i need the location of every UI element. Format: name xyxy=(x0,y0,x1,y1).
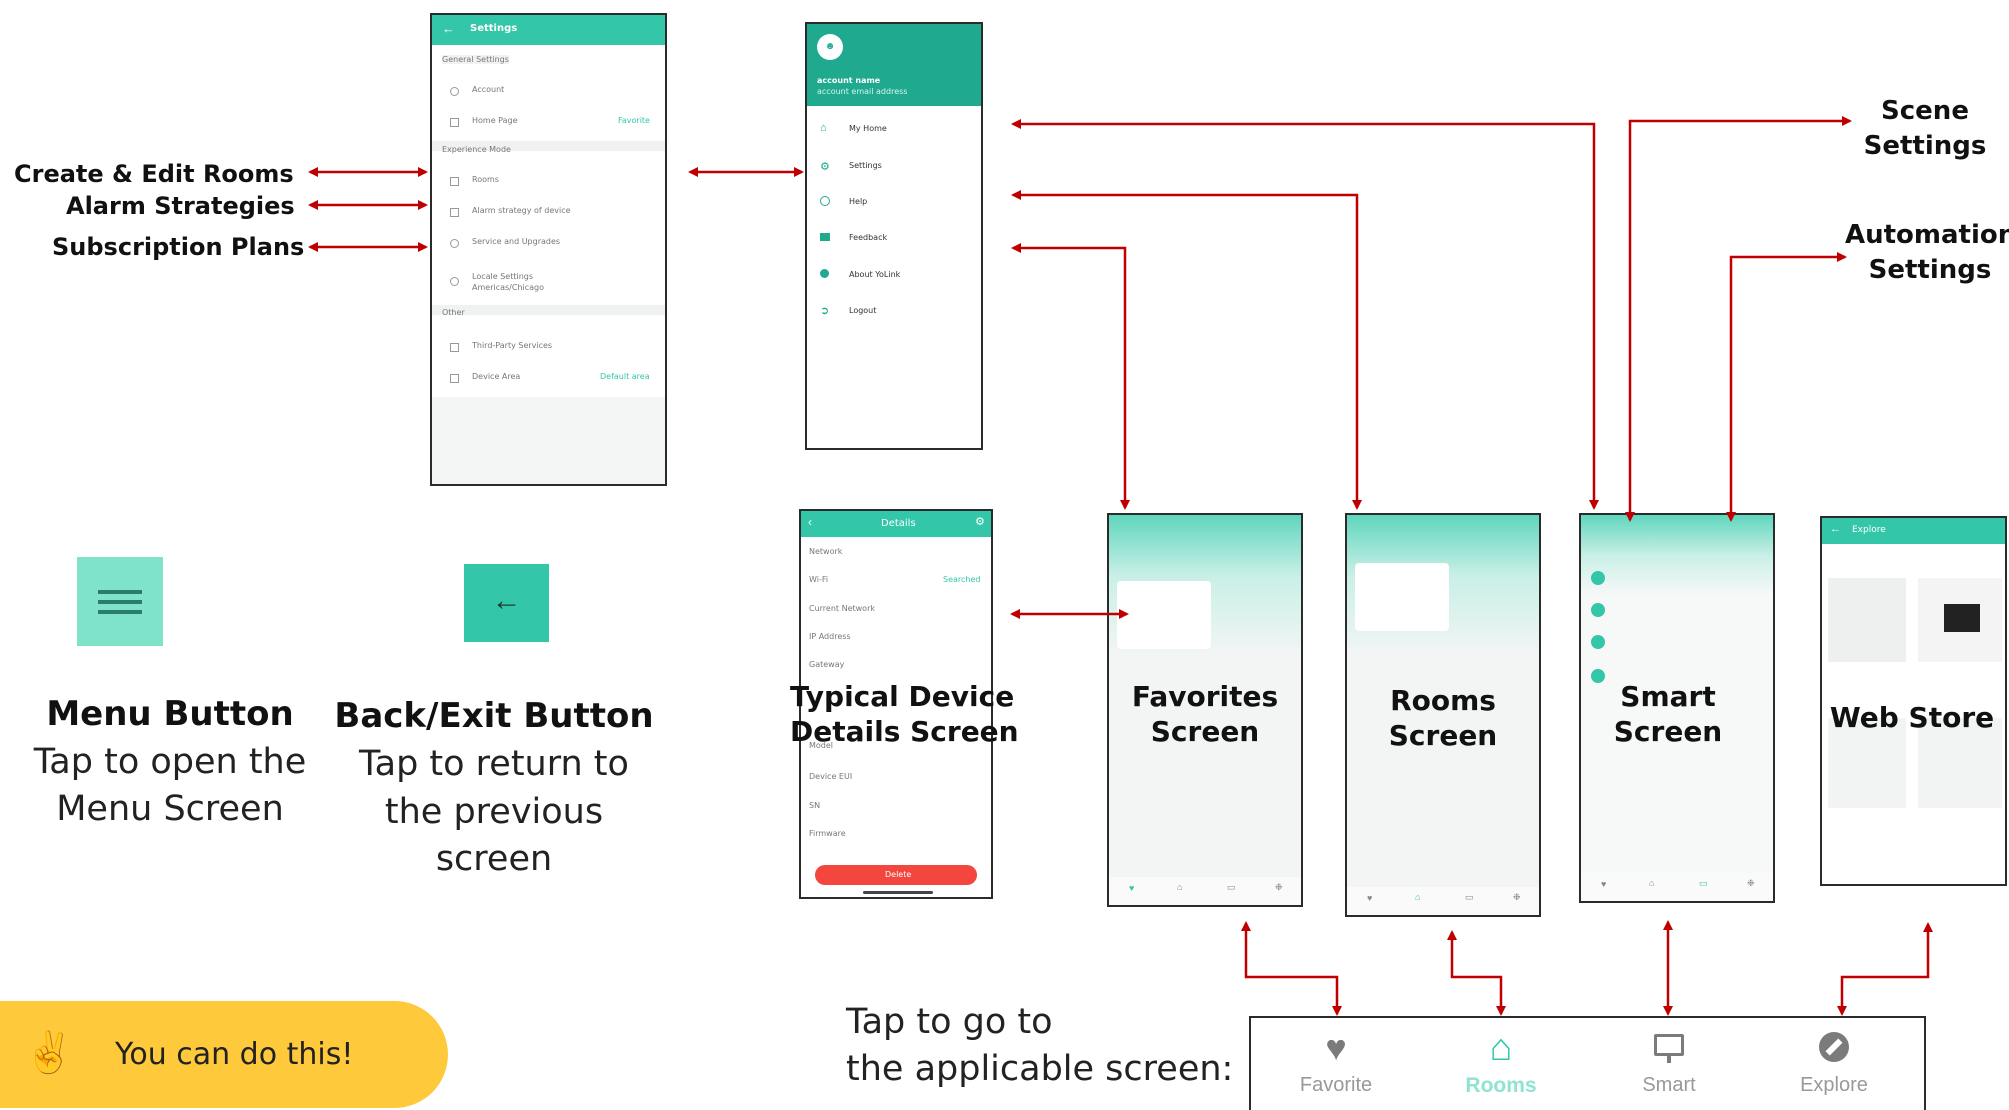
arrow-scene-settings xyxy=(1625,116,1852,522)
connector-arrows xyxy=(308,116,1933,1016)
arrow-rooms-menu xyxy=(1011,190,1362,510)
arrow-tab-favorites xyxy=(1241,921,1342,1016)
arrow-tab-rooms xyxy=(1447,930,1506,1016)
arrow-automation-settings xyxy=(1726,252,1847,522)
arrow-tab-explore xyxy=(1837,922,1933,1016)
arrow-smart-menu xyxy=(1011,119,1599,510)
arrow-favorites-menu xyxy=(1011,243,1130,510)
